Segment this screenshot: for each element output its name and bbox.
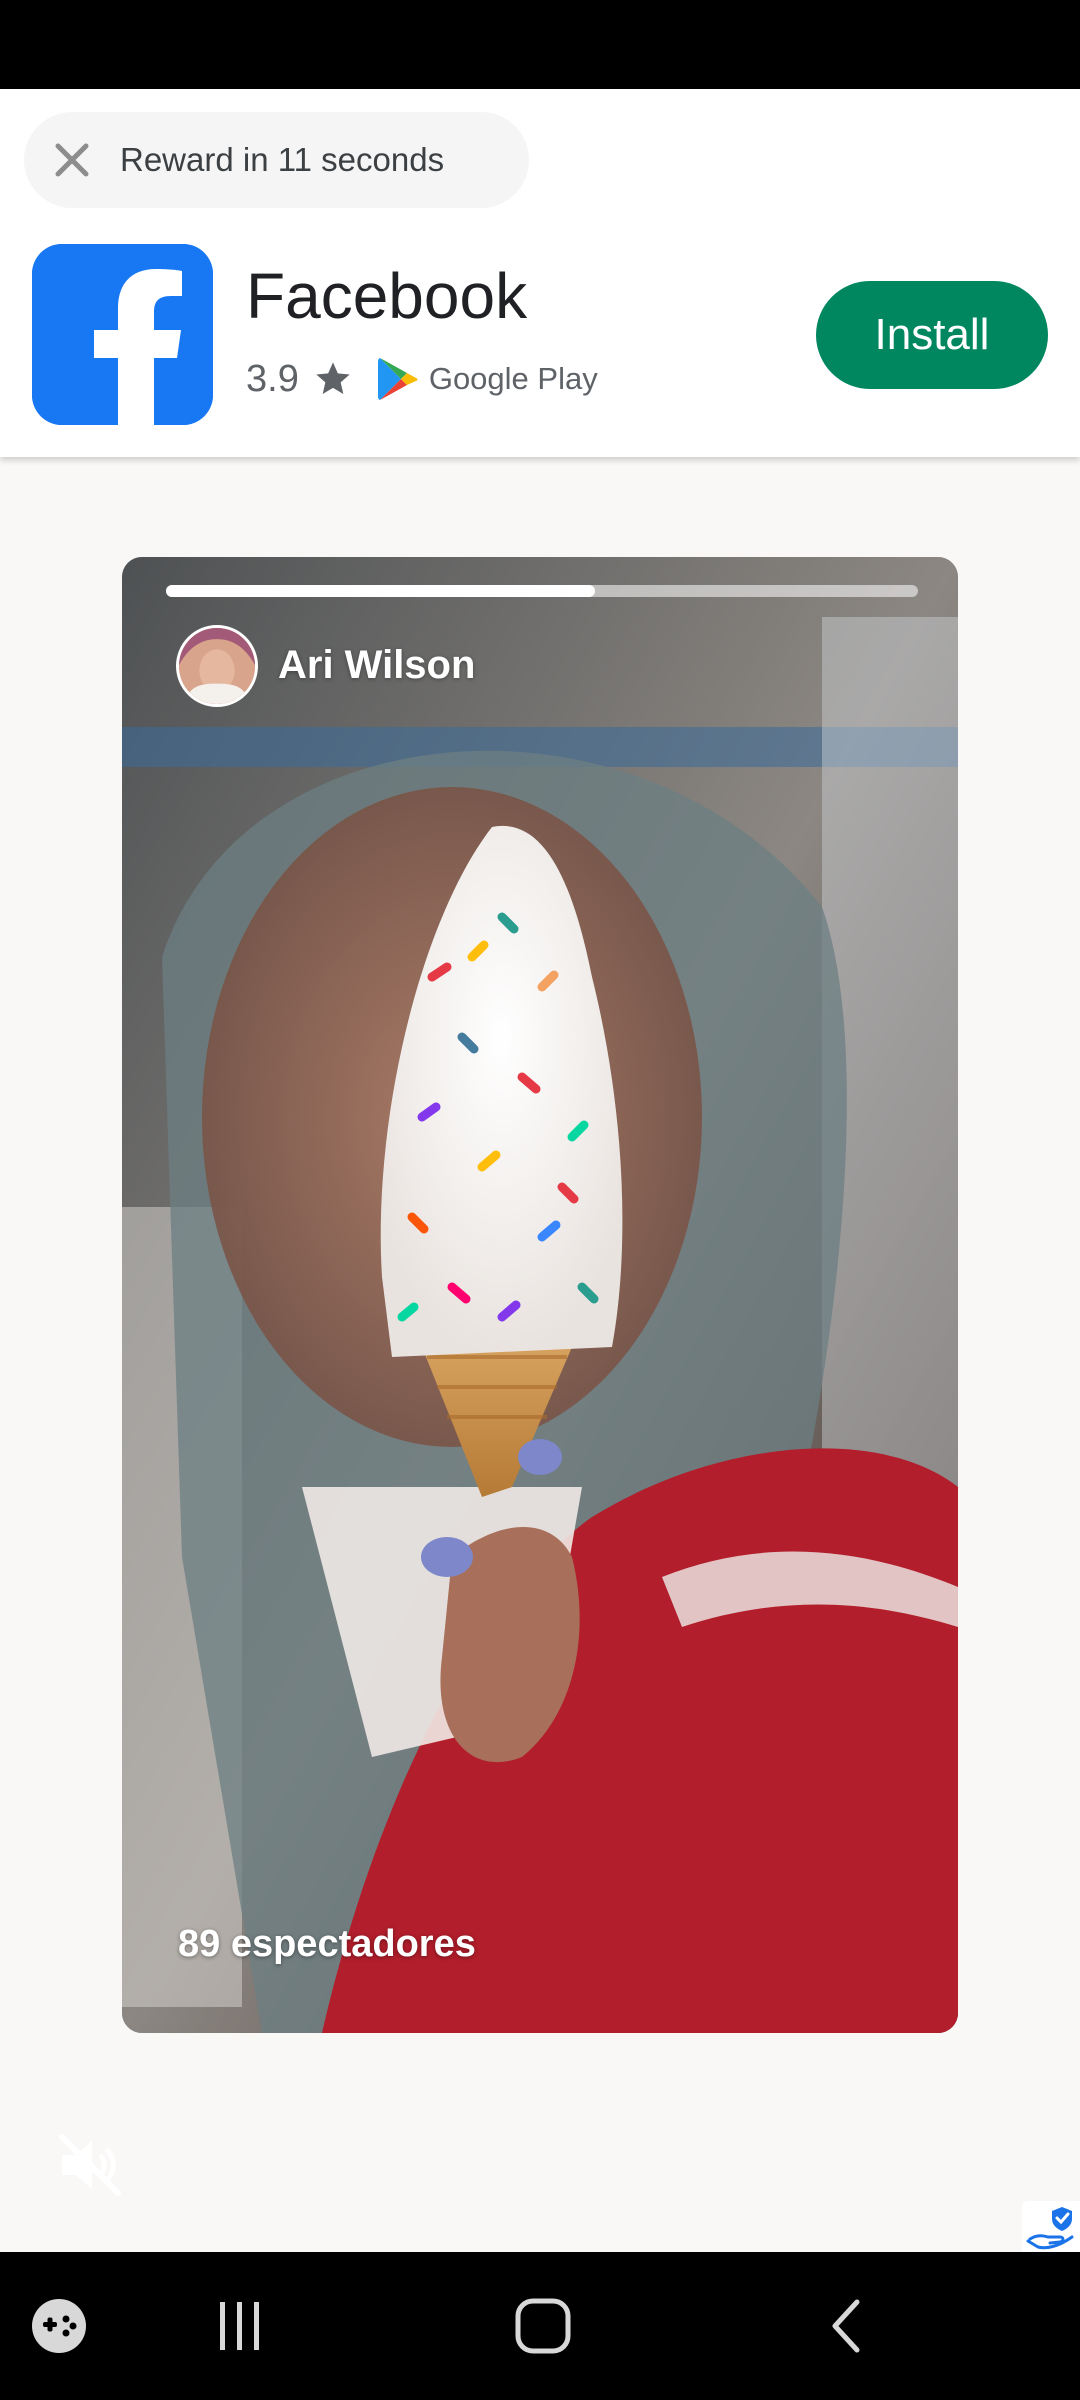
story-user-name: Ari Wilson xyxy=(278,643,476,687)
close-icon[interactable] xyxy=(24,112,120,208)
story-progress-bar xyxy=(166,585,918,597)
back-icon[interactable] xyxy=(812,2252,882,2400)
install-button[interactable]: Install xyxy=(816,281,1048,389)
reward-pill: Reward in 11 seconds xyxy=(24,112,529,208)
video-ad[interactable]: Ari Wilson 89 espectadores xyxy=(122,557,958,2033)
story-progress-fill xyxy=(166,585,595,597)
app-name: Facebook xyxy=(246,260,528,332)
store-name: Google Play xyxy=(428,361,598,396)
ad-body: Ari Wilson 89 espectadores xyxy=(0,457,1080,2253)
viewer-count: 89 espectadores xyxy=(178,1923,476,1965)
home-icon[interactable] xyxy=(500,2252,586,2400)
ad-header: Reward in 11 seconds Facebook 3.9 Google… xyxy=(0,89,1080,457)
avatar xyxy=(176,625,258,707)
app-rating: 3.9 xyxy=(246,357,299,400)
volume-off-icon[interactable] xyxy=(50,2125,130,2205)
navigation-bar xyxy=(0,2252,1080,2400)
status-bar xyxy=(0,0,1080,89)
star-icon xyxy=(316,362,350,394)
rating-row: 3.9 Google Play xyxy=(246,351,598,407)
recents-icon[interactable] xyxy=(200,2252,280,2400)
facebook-logo-icon[interactable] xyxy=(32,244,213,425)
reward-countdown-text: Reward in 11 seconds xyxy=(120,141,445,178)
game-launcher-icon[interactable] xyxy=(24,2252,94,2400)
google-play-icon xyxy=(377,358,418,400)
ad-video-frame xyxy=(122,557,958,2033)
ad-badge-icon[interactable] xyxy=(1022,2201,1080,2253)
